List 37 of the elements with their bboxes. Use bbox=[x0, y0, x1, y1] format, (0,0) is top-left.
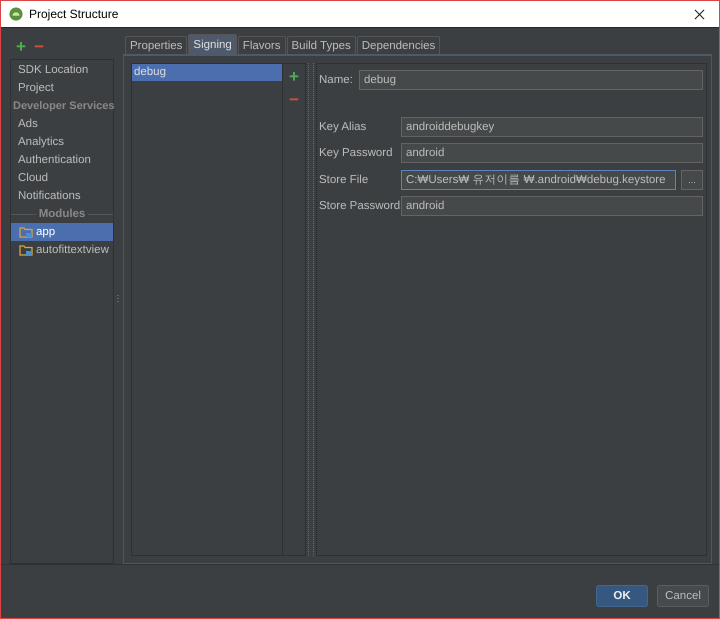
tab[interactable]: Signing bbox=[188, 34, 237, 54]
sidebar-item[interactable]: Ads bbox=[11, 115, 113, 133]
section-header: Modules bbox=[38, 208, 86, 220]
add-icon[interactable]: + bbox=[289, 68, 299, 85]
browse-button[interactable]: ... bbox=[681, 170, 703, 190]
sidebar-item[interactable]: Notifications bbox=[11, 187, 113, 205]
input-field[interactable]: androiddebugkey bbox=[401, 116, 703, 137]
field-label: Name: bbox=[319, 74, 354, 86]
android-logo-icon bbox=[9, 7, 23, 21]
input-field[interactable]: android bbox=[401, 143, 703, 164]
close-icon[interactable] bbox=[694, 8, 705, 20]
sidebar-item[interactable]: app bbox=[11, 223, 113, 241]
tab[interactable]: Properties bbox=[125, 36, 188, 54]
tab[interactable]: Build Types bbox=[286, 36, 356, 54]
sidebar-item[interactable]: autofittextview bbox=[11, 241, 113, 259]
module-folder-icon bbox=[19, 244, 33, 256]
input-field[interactable]: C:₩Users₩ 유저이름 ₩.android₩debug.keystore bbox=[401, 170, 676, 190]
section-header: Developer Services bbox=[12, 99, 115, 114]
sidebar-item[interactable]: Authentication bbox=[11, 151, 113, 169]
field-label: Key Password bbox=[319, 147, 394, 160]
name-field[interactable]: debug bbox=[359, 70, 703, 90]
sidebar-item[interactable]: SDK Location bbox=[11, 61, 113, 79]
sidebar-item[interactable]: Cloud bbox=[11, 169, 113, 187]
sidebar-item[interactable]: Analytics bbox=[11, 133, 113, 151]
list-item[interactable]: debug bbox=[132, 64, 282, 81]
field-label: Key Alias bbox=[319, 120, 368, 133]
tab[interactable]: Dependencies bbox=[356, 36, 440, 54]
field-label: Store File bbox=[319, 174, 370, 186]
tab[interactable]: Flavors bbox=[238, 36, 286, 54]
window-title: Project Structure bbox=[29, 7, 120, 21]
sidebar-item[interactable]: Project bbox=[11, 79, 113, 97]
cancel-button[interactable]: Cancel bbox=[657, 584, 709, 606]
input-field[interactable]: android bbox=[401, 196, 703, 216]
module-folder-icon bbox=[19, 226, 33, 238]
ok-button[interactable]: OK bbox=[596, 584, 648, 606]
field-label: Store Password bbox=[319, 200, 397, 212]
add-icon[interactable]: + bbox=[16, 38, 26, 55]
